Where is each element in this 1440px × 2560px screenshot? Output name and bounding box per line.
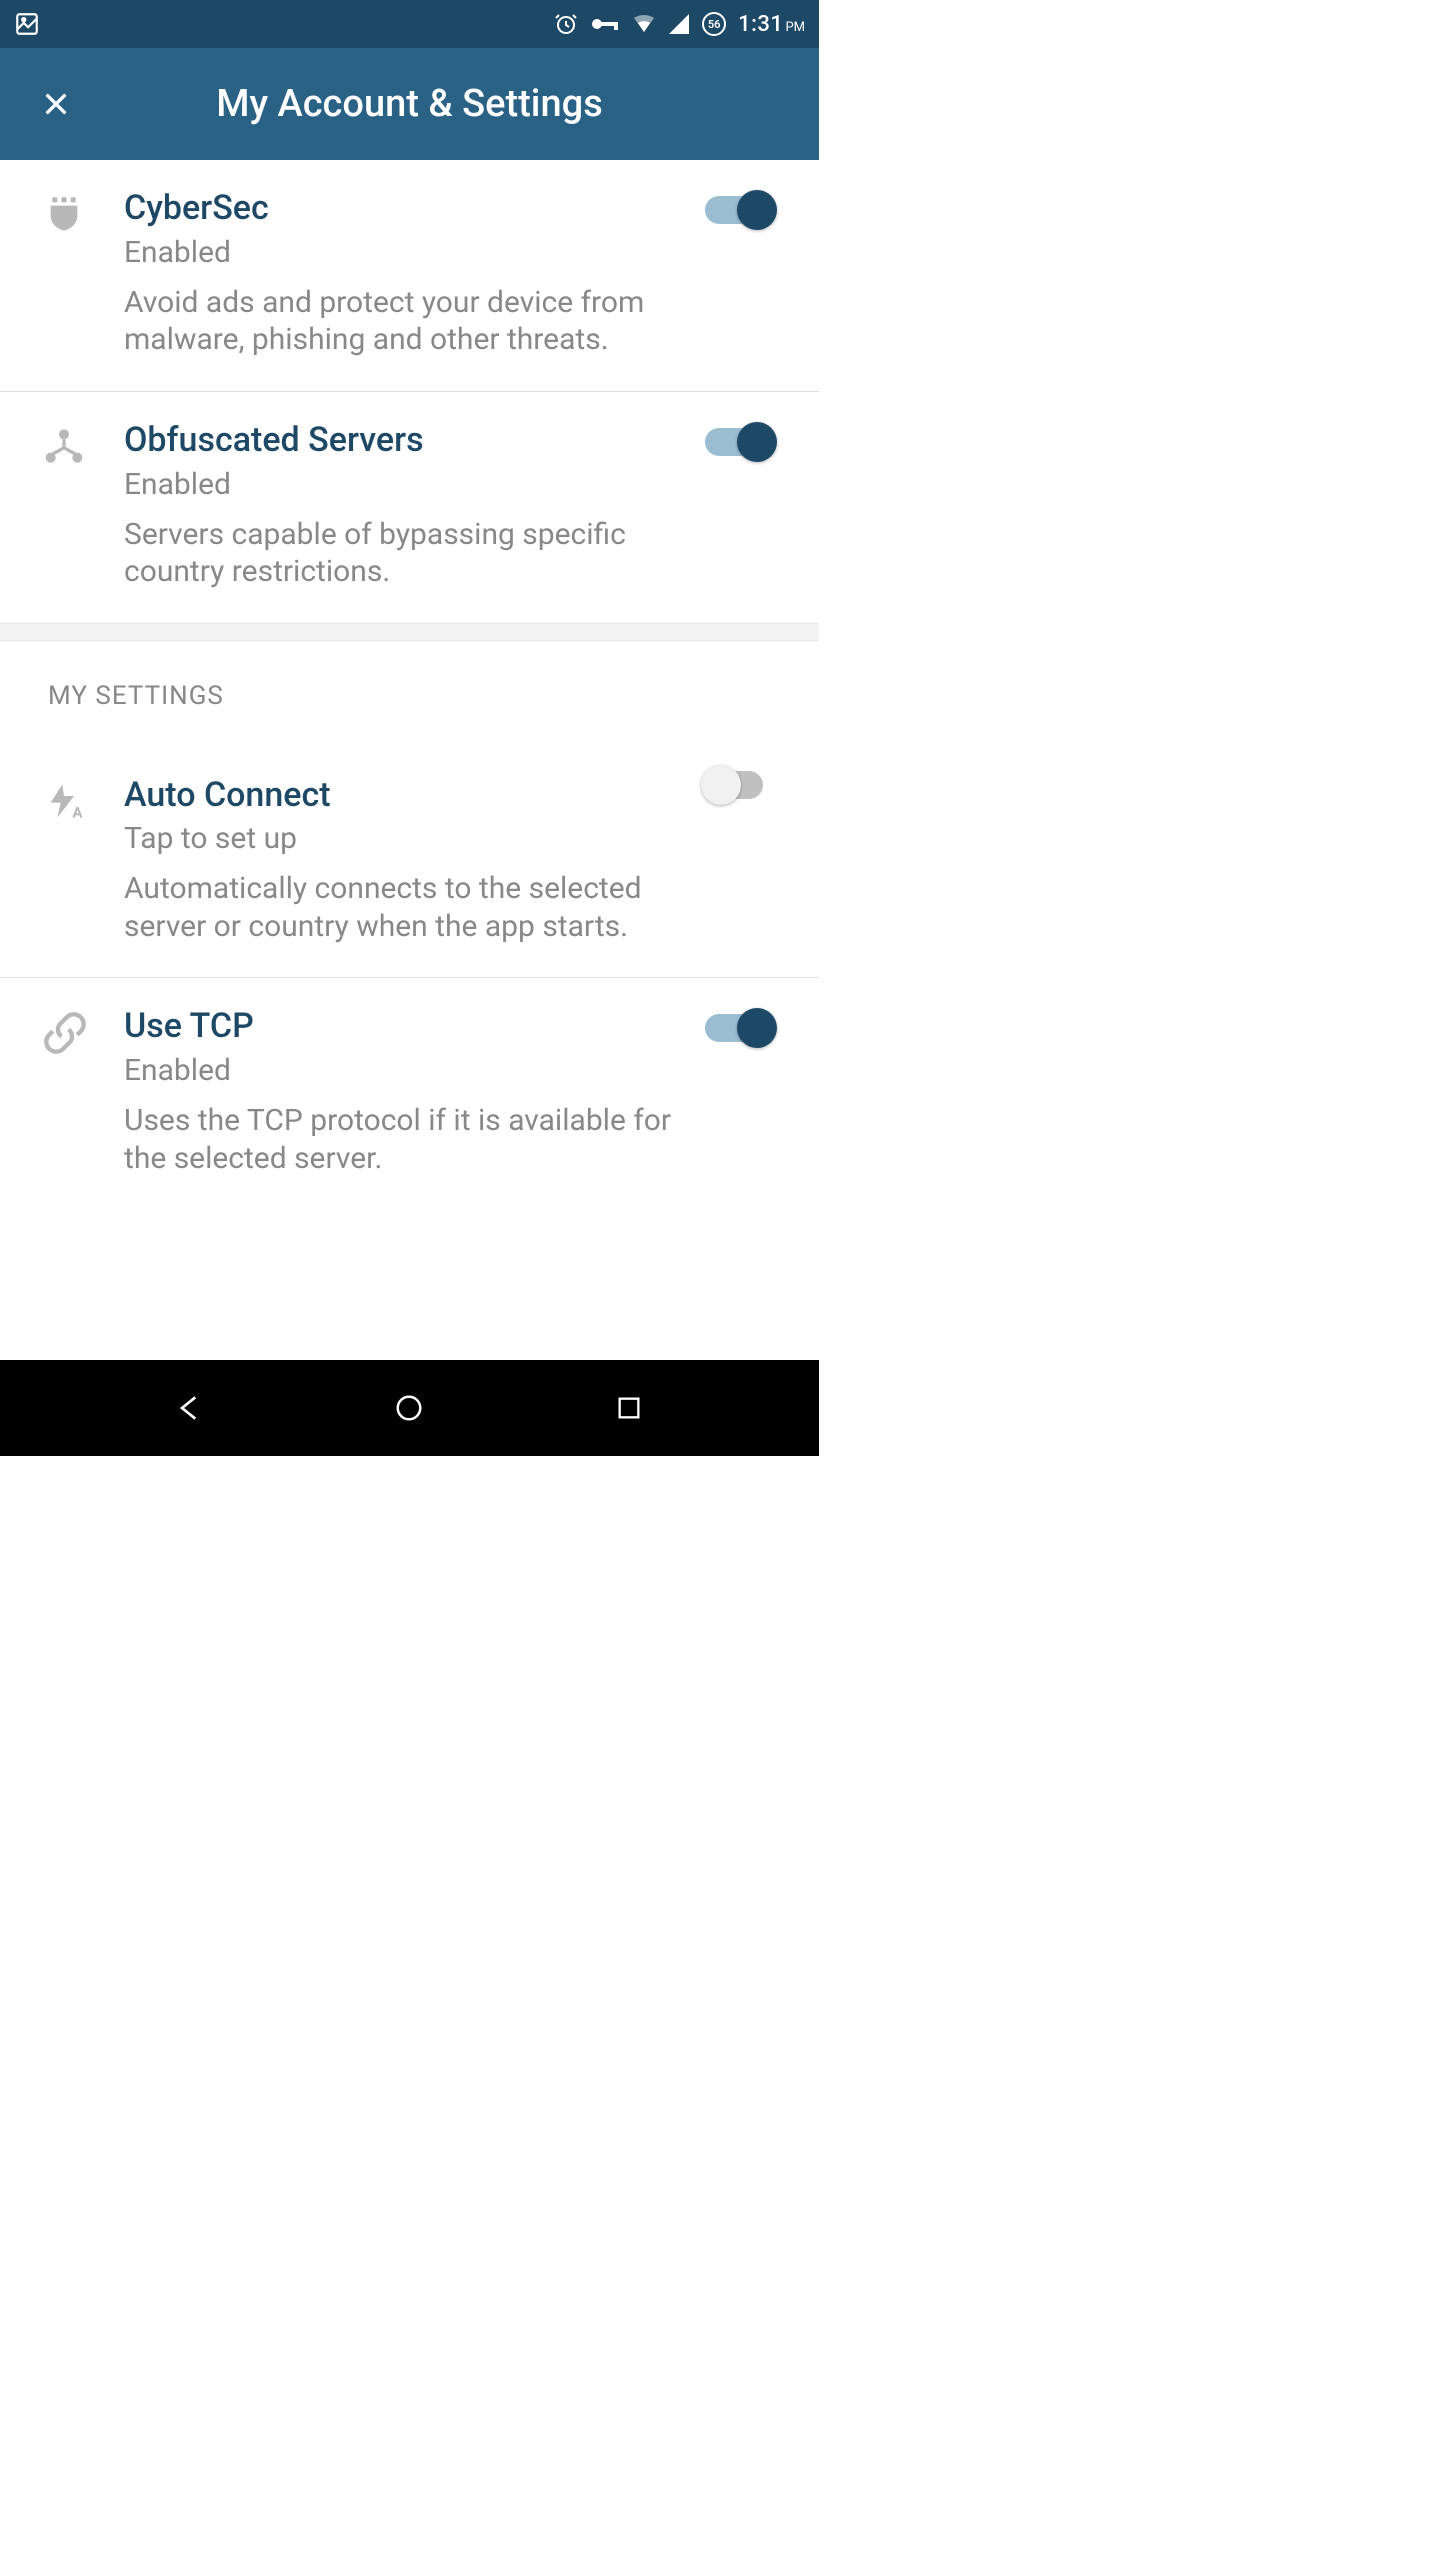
setting-status: Enabled (124, 467, 681, 502)
android-status-bar: 56 1:31PM (0, 0, 819, 48)
toggle-cybersec[interactable] (701, 192, 777, 228)
cellular-signal-icon (668, 13, 690, 35)
data-usage-icon: 56 (702, 12, 726, 36)
toggle-obfuscated-servers[interactable] (701, 424, 777, 460)
toggle-use-tcp[interactable] (701, 1010, 777, 1046)
link-chain-icon (44, 1012, 88, 1058)
setting-title: Auto Connect (124, 775, 681, 816)
shield-icon (44, 194, 88, 238)
page-title: My Account & Settings (0, 82, 819, 126)
status-time: 1:31 (738, 12, 783, 37)
vpn-key-icon (590, 12, 620, 36)
nav-back-button[interactable] (168, 1386, 212, 1430)
nav-recents-button[interactable] (607, 1386, 651, 1430)
close-button[interactable] (36, 84, 76, 124)
android-nav-bar (0, 1360, 819, 1456)
svg-text:A: A (72, 803, 83, 820)
setting-status: Enabled (124, 235, 681, 270)
wifi-icon (632, 12, 656, 36)
setting-description: Automatically connects to the selected s… (124, 870, 681, 945)
setting-description: Uses the TCP protocol if it is available… (124, 1102, 681, 1177)
settings-group-my-settings: A Auto Connect Tap to set up Automatical… (0, 735, 819, 1210)
image-notification-icon (14, 11, 40, 37)
settings-group-security: CyberSec Enabled Avoid ads and protect y… (0, 160, 819, 623)
setting-title: Obfuscated Servers (124, 420, 681, 461)
setting-title: Use TCP (124, 1006, 681, 1047)
setting-use-tcp[interactable]: Use TCP Enabled Uses the TCP protocol if… (0, 978, 819, 1209)
section-divider (0, 623, 819, 641)
setting-status: Tap to set up (124, 821, 681, 856)
setting-obfuscated-servers[interactable]: Obfuscated Servers Enabled Servers capab… (0, 392, 819, 623)
setting-title: CyberSec (124, 188, 681, 229)
setting-description: Avoid ads and protect your device from m… (124, 284, 681, 359)
lightning-auto-icon: A (44, 781, 88, 825)
section-header-my-settings: MY SETTINGS (0, 641, 819, 735)
data-usage-value: 56 (708, 18, 721, 31)
setting-status: Enabled (124, 1053, 681, 1088)
setting-description: Servers capable of bypassing specific co… (124, 516, 681, 591)
toggle-auto-connect[interactable] (701, 767, 777, 803)
status-clock: 1:31PM (738, 12, 805, 37)
setting-cybersec[interactable]: CyberSec Enabled Avoid ads and protect y… (0, 160, 819, 392)
alarm-icon (554, 12, 578, 36)
status-ampm: PM (785, 20, 805, 35)
setting-auto-connect[interactable]: A Auto Connect Tap to set up Automatical… (0, 735, 819, 979)
nav-home-button[interactable] (387, 1386, 431, 1430)
network-hub-icon (44, 426, 88, 470)
app-header: My Account & Settings (0, 48, 819, 160)
